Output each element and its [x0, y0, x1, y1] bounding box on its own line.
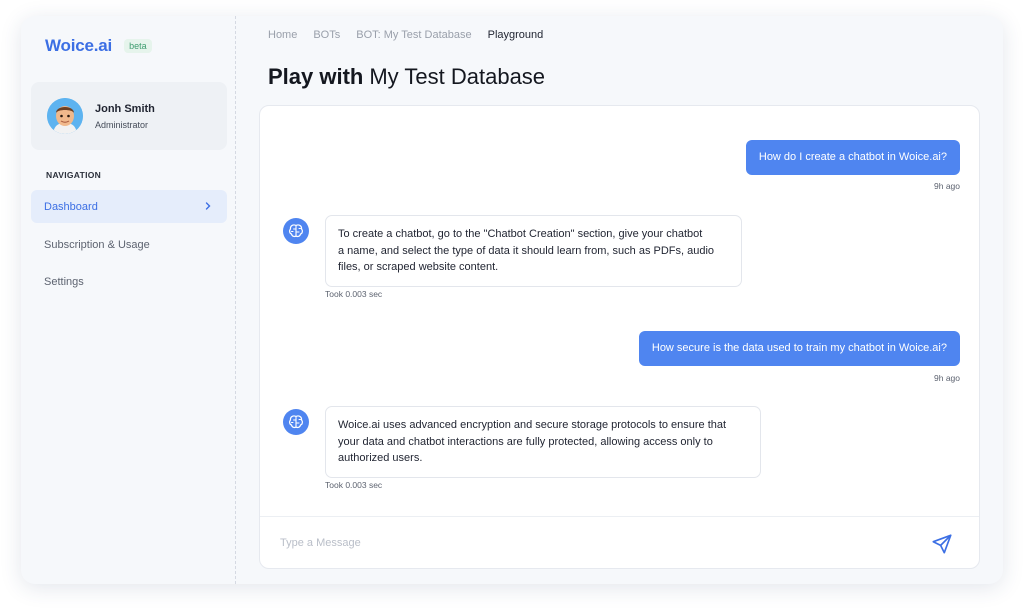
- bot-message: Woice.ai uses advanced encryption and se…: [325, 406, 761, 478]
- sidebar-item-label: Subscription & Usage: [44, 238, 150, 251]
- bot-message-line: To create a chatbot, go to the "Chatbot …: [338, 228, 703, 240]
- bot-message-line: authorized users.: [338, 452, 423, 464]
- brand: Woice.ai beta: [45, 36, 152, 56]
- brain-icon: [289, 415, 303, 429]
- message-input[interactable]: [280, 531, 880, 555]
- user-card[interactable]: Jonh Smith Administrator: [31, 82, 227, 150]
- message-time: 9h ago: [934, 181, 960, 191]
- page-title-bold: Play with: [268, 64, 364, 89]
- chevron-right-icon: [205, 202, 211, 210]
- response-time: Took 0.003 sec: [325, 480, 383, 490]
- page-title-name: My Test Database: [369, 64, 546, 89]
- breadcrumb-bots[interactable]: BOTs: [313, 29, 340, 41]
- bot-avatar: [283, 218, 309, 244]
- bot-message-line: files, or scraped website content.: [338, 261, 499, 273]
- brand-logo[interactable]: Woice.ai: [45, 36, 112, 56]
- bot-message: To create a chatbot, go to the "Chatbot …: [325, 215, 742, 287]
- bot-message-line: Woice.ai uses advanced encryption and se…: [338, 419, 727, 431]
- sidebar: Woice.ai beta Jonh Smith Administrator N…: [21, 16, 236, 584]
- avatar: [47, 98, 83, 134]
- user-message: How do I create a chatbot in Woice.ai?: [745, 140, 960, 175]
- bot-message-line: a name, and select the type of data it s…: [338, 244, 715, 257]
- user-role: Administrator: [95, 119, 149, 130]
- response-time: Took 0.003 sec: [325, 289, 383, 299]
- breadcrumb-current: Playground: [487, 29, 544, 41]
- app-window: Woice.ai beta Jonh Smith Administrator N…: [21, 16, 1003, 584]
- message-composer: [260, 516, 979, 568]
- bot-avatar: [283, 409, 309, 435]
- breadcrumb-home[interactable]: Home: [268, 29, 297, 41]
- user-name: Jonh Smith: [95, 102, 155, 115]
- sidebar-item-label: Settings: [44, 275, 84, 288]
- memoji-avatar-icon: [47, 98, 83, 134]
- bot-message-line: your data and chatbot interactions are f…: [338, 435, 713, 448]
- breadcrumb: Home BOTs BOT: My Test Database Playgrou…: [268, 29, 559, 41]
- sidebar-item-label: Dashboard: [44, 200, 98, 213]
- message-time: 9h ago: [934, 373, 960, 383]
- sidebar-item-subscription-usage[interactable]: Subscription & Usage: [31, 228, 227, 261]
- sidebar-item-settings[interactable]: Settings: [31, 265, 227, 298]
- page-title: Play with My Test Database: [268, 64, 545, 90]
- user-message: How secure is the data used to train my …: [638, 331, 960, 366]
- sidebar-item-dashboard[interactable]: Dashboard: [31, 190, 227, 223]
- breadcrumb-bot[interactable]: BOT: My Test Database: [356, 29, 471, 41]
- chat-panel: How do I create a chatbot in Woice.ai? 9…: [259, 105, 980, 569]
- brain-icon: [289, 224, 303, 238]
- nav-heading: NAVIGATION: [46, 170, 102, 180]
- send-icon[interactable]: [931, 533, 953, 555]
- beta-badge: beta: [124, 39, 152, 53]
